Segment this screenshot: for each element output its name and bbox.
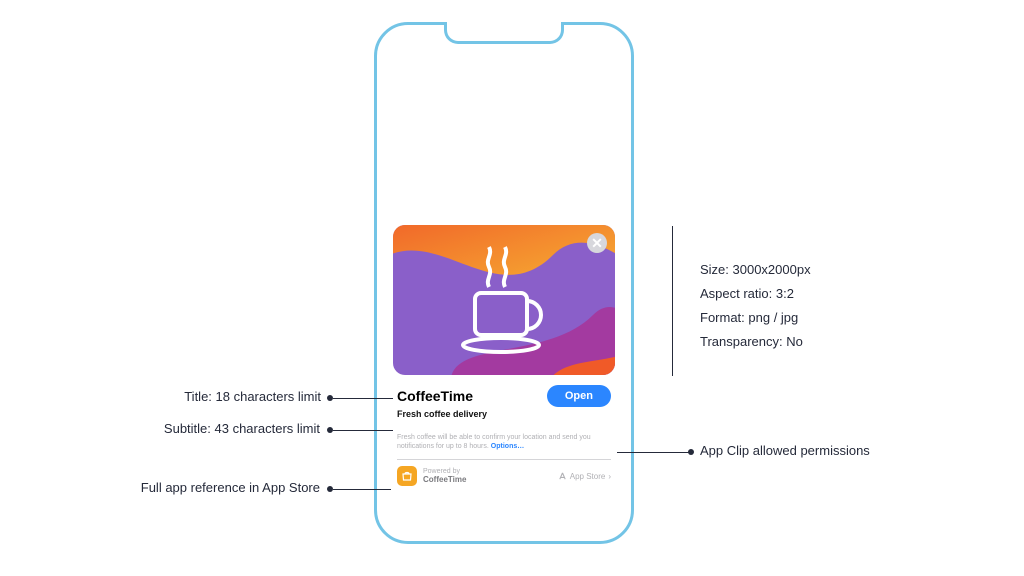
- leader: [333, 430, 393, 431]
- leader: [333, 489, 391, 490]
- spec-ratio: Aspect ratio: 3:2: [700, 286, 794, 301]
- bag-icon: [401, 470, 413, 482]
- permissions-text: Fresh coffee will be able to confirm you…: [393, 427, 615, 459]
- open-button[interactable]: Open: [547, 385, 611, 407]
- spec-format: Format: png / jpg: [700, 310, 798, 325]
- appstore-icon: [558, 472, 567, 481]
- powered-name: CoffeeTime: [423, 475, 466, 484]
- app-clip-card: ✕ CoffeeTime Open Fresh coffee delivery …: [393, 225, 615, 486]
- chevron-right-icon: ›: [608, 472, 611, 481]
- spec-transparency: Transparency: No: [700, 334, 803, 349]
- app-subtitle: Fresh coffee delivery: [393, 409, 615, 427]
- ann-subtitle: Subtitle: 43 characters limit: [90, 421, 320, 436]
- app-title: CoffeeTime: [397, 388, 473, 404]
- phone-mockup: ✕ CoffeeTime Open Fresh coffee delivery …: [374, 22, 634, 544]
- close-icon[interactable]: ✕: [587, 233, 607, 253]
- options-link[interactable]: Options…: [491, 443, 524, 450]
- app-store-link[interactable]: App Store ›: [558, 472, 611, 481]
- powered-label: Powered by: [423, 468, 466, 475]
- spec-bracket: [672, 226, 673, 376]
- powered-by[interactable]: Powered by CoffeeTime: [397, 466, 466, 486]
- footer-row: Powered by CoffeeTime App Store ›: [393, 460, 615, 486]
- spec-size: Size: 3000x2000px: [700, 262, 811, 277]
- ann-title: Title: 18 characters limit: [121, 389, 321, 404]
- app-icon: [397, 466, 417, 486]
- leader: [333, 398, 393, 399]
- coffee-artwork: [393, 225, 615, 375]
- ann-permissions: App Clip allowed permissions: [700, 443, 870, 458]
- title-row: CoffeeTime Open: [393, 375, 615, 409]
- leader: [617, 452, 689, 453]
- ann-footer: Full app reference in App Store: [76, 480, 320, 495]
- hero-image: ✕: [393, 225, 615, 375]
- phone-notch: [444, 22, 564, 44]
